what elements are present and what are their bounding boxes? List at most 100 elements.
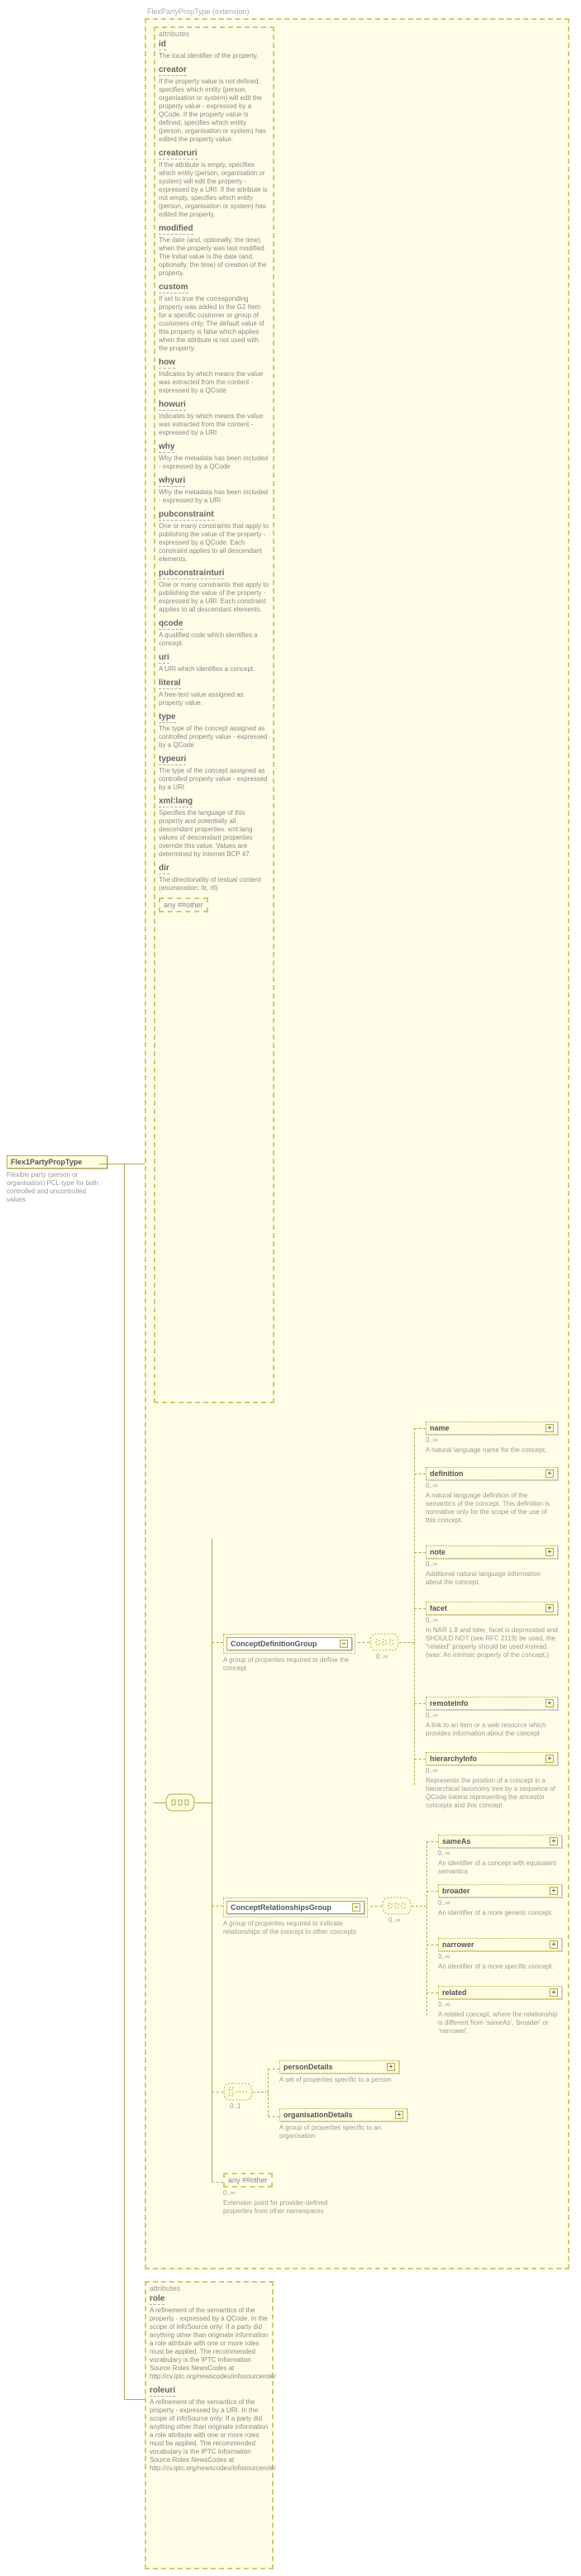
attribute-dir: dir The directionality of textual content…	[159, 864, 269, 893]
any-element-desc: Extension point for provider-defined pro…	[223, 2199, 347, 2216]
element-name: facet	[430, 1604, 447, 1612]
attribute-desc: The directionality of textual content (e…	[159, 876, 269, 893]
attribute-name: pubconstrainturi	[159, 569, 224, 579]
attribute-literal: literalA free-text value assigned as pro…	[159, 679, 269, 707]
attribute-uri: uriA URI which identifies a concept.	[159, 653, 269, 674]
plus-icon[interactable]: +	[545, 1469, 554, 1478]
attribute-name: dir	[159, 864, 169, 874]
attribute-creatoruri: creatoruriIf the attribute is empty, spe…	[159, 149, 269, 219]
element-occurrence: 0..∞	[438, 1850, 562, 1857]
attribute-name: how	[159, 358, 175, 369]
attribute-typeuri: typeuriThe type of the concept assigned …	[159, 755, 269, 792]
minus-icon[interactable]: −	[340, 1640, 348, 1648]
cdg-name: ConceptDefinitionGroup	[231, 1640, 317, 1648]
element-remoteInfo[interactable]: remoteInfo+0..∞A link to an item or a we…	[426, 1697, 558, 1738]
attribute-desc: A refinement of the semantics of the pro…	[150, 2307, 269, 2381]
attribute-desc: The date (and, optionally, the time) whe…	[159, 236, 269, 278]
plus-icon[interactable]: +	[545, 1755, 554, 1763]
attribute-name: type	[159, 712, 176, 723]
organisation-details-node[interactable]: organisationDetails + A group of properti…	[279, 2108, 407, 2140]
attribute-desc: Why the metadata has been included - exp…	[159, 455, 269, 471]
attribute-name: role	[150, 2294, 164, 2305]
attribute-desc: If set to true the corresponding propert…	[159, 295, 269, 353]
attribute-name: howuri	[159, 400, 186, 411]
cdg-desc: A group of properties required to define…	[223, 1656, 355, 1673]
any-element-occ: 0..∞	[223, 2189, 347, 2197]
attribute-modified: modifiedThe date (and, optionally, the t…	[159, 224, 269, 278]
person-details-node[interactable]: personDetails + A set of properties speci…	[279, 2060, 399, 2084]
attributes-box-2: attributes role A refinement of the seman…	[145, 2281, 274, 2569]
attribute-name: id	[159, 40, 166, 50]
attribute-desc: Specifies the language of this property …	[159, 809, 269, 859]
attribute-pubconstraint: pubconstraintOne or many constraints tha…	[159, 510, 269, 564]
element-facet[interactable]: facet+0..∞In NAR 1.8 and later, facet is…	[426, 1602, 558, 1659]
element-name: related	[442, 1988, 467, 1997]
element-hierarchyInfo[interactable]: hierarchyInfo +0..∞ Represents the positio…	[426, 1752, 558, 1810]
element-name: narrower	[442, 1940, 474, 1949]
attribute-custom: customIf set to true the corresponding p…	[159, 283, 269, 353]
plus-icon[interactable]: +	[550, 1837, 558, 1845]
attribute-why: whyWhy the metadata has been included - …	[159, 442, 269, 471]
attribute-desc: A refinement of the semantics of the pro…	[150, 2398, 269, 2473]
minus-icon[interactable]: −	[352, 1903, 360, 1912]
sequence-compositor-main	[165, 1793, 195, 1812]
attribute-whyuri: whyuriWhy the metadata has been included…	[159, 476, 269, 505]
attributes-label-1: attributes	[159, 30, 189, 38]
extension-label: FlexPartyPropType (extension)	[147, 7, 250, 16]
element-definition[interactable]: definition+0..∞A natural language defini…	[426, 1467, 558, 1525]
plus-icon[interactable]: +	[545, 1604, 554, 1612]
attributes-label-2: attributes	[150, 2284, 180, 2293]
attribute-roleuri: roleuriA refinement of the semantics of …	[150, 2386, 269, 2473]
attribute-type: type The type of the concept assigned as …	[159, 712, 269, 750]
plus-icon[interactable]: +	[387, 2063, 395, 2071]
plus-icon[interactable]: +	[545, 1424, 554, 1432]
organisation-details-name: organisationDetails	[283, 2111, 353, 2119]
element-name[interactable]: name+0..∞A natural language name for the…	[426, 1421, 558, 1455]
attribute-name: literal	[159, 679, 181, 689]
any-element-node: any ##other 0..∞ Extension point for pro…	[223, 2173, 347, 2216]
attribute-desc: A URI which identifies a concept.	[159, 665, 269, 674]
element-related[interactable]: related+0..∞A related concept, where the…	[438, 1986, 562, 2036]
element-desc: Represents the position of a concept in …	[426, 1777, 558, 1810]
plus-icon[interactable]: +	[550, 1988, 558, 1997]
element-desc: In NAR 1.8 and later, facet is deprecate…	[426, 1626, 558, 1659]
concept-definition-group-node[interactable]: ConceptDefinitionGroup − A group of prope…	[223, 1634, 355, 1673]
element-name: definition	[430, 1469, 464, 1478]
attribute-desc: Why the metadata has been included - exp…	[159, 488, 269, 505]
element-name: sameAs	[442, 1837, 471, 1845]
choice-compositor	[223, 2083, 253, 2101]
element-name: hierarchyInfo	[430, 1755, 477, 1763]
attribute-name: typeuri	[159, 755, 186, 765]
person-details-name: personDetails	[283, 2063, 333, 2071]
attribute-name: modified	[159, 224, 193, 235]
attribute-how: howIndicates by which means the value wa…	[159, 358, 269, 395]
element-occurrence: 0..∞	[426, 1436, 558, 1444]
attribute-qcode: qcodeA qualified code which identifies a…	[159, 619, 269, 648]
attribute-xml-lang: xml:langSpecifies the language of this p…	[159, 797, 269, 859]
element-desc: A link to an item or a web resource whic…	[426, 1721, 558, 1738]
concept-relationships-group-node[interactable]: ConceptRelationshipsGroup− A group of pr…	[223, 1897, 368, 1936]
element-desc: An identifier of a more specific concept…	[438, 1963, 562, 1971]
person-details-desc: A set of properties specific to a person	[279, 2076, 399, 2084]
element-narrower[interactable]: narrower +0..∞ An identifier of a more spe…	[438, 1938, 562, 1971]
plus-icon[interactable]: +	[545, 1699, 554, 1707]
plus-icon[interactable]: +	[545, 1548, 554, 1556]
root-type-node[interactable]: Flex1PartyPropType Flexible party (perso…	[7, 1155, 107, 1204]
element-name: remoteInfo	[430, 1699, 469, 1707]
plus-icon[interactable]: +	[395, 2111, 403, 2119]
attribute-desc: One or many constraints that apply to pu…	[159, 522, 269, 564]
element-occurrence: 0..∞	[426, 1560, 558, 1568]
plus-icon[interactable]: +	[550, 1940, 558, 1949]
attribute-role: role A refinement of the semantics of the…	[150, 2294, 269, 2381]
element-desc: An identifier of a more generic concept.	[438, 1909, 562, 1917]
element-sameAs[interactable]: sameAs+0..∞An identifier of a concept wi…	[438, 1835, 562, 1876]
plus-icon[interactable]: +	[550, 1887, 558, 1895]
element-occurrence: 0..∞	[426, 1767, 558, 1774]
element-broader[interactable]: broader+0..∞An identifier of a more gene…	[438, 1884, 562, 1917]
attribute-desc: The type of the concept assigned as cont…	[159, 725, 269, 750]
attribute-desc: If the attribute is empty, specifies whi…	[159, 161, 269, 219]
element-note[interactable]: note+0..∞Additional natural language inf…	[426, 1545, 558, 1587]
organisation-details-desc: A group of properties specific to an org…	[279, 2124, 407, 2140]
element-occurrence: 0..∞	[438, 1953, 562, 1960]
sequence-compositor-cdg	[369, 1633, 399, 1651]
